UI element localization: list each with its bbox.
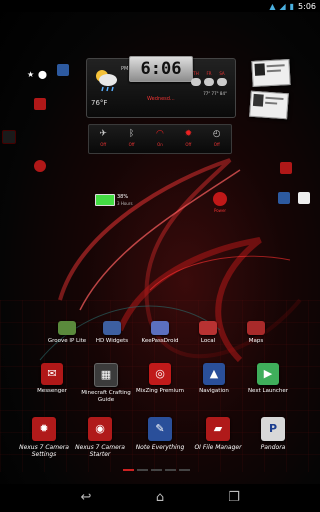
cloud-rain-icon [96, 70, 117, 92]
right-shortcut-1[interactable] [280, 162, 292, 174]
bluetooth-icon: ᛒ [128, 129, 135, 139]
messenger-icon: ✉ [41, 363, 63, 385]
battery-percent: 38% [117, 194, 129, 200]
navigation-icon: ▲ [203, 363, 225, 385]
gear-icon: ✹ [184, 129, 193, 139]
status-bar: ▲ ◢ ▮ 5:06 [0, 0, 320, 12]
keepass-icon [151, 321, 169, 335]
app-minecraft-crafting-guide[interactable]: ▦ Minecraft Crafting Guide [76, 363, 136, 404]
weather-temperature: 76°F [91, 99, 108, 107]
forecast-temps: 77° 77° 84° [203, 91, 227, 96]
app-nexus7-camera-settings[interactable]: ✹ Nexus 7 Camera Settings [14, 417, 74, 458]
toggle-airplane[interactable]: ✈ Off [93, 129, 113, 147]
right-shortcut-2[interactable] [278, 192, 290, 204]
next-launcher-icon: ▶ [257, 363, 279, 385]
groove-icon [58, 321, 76, 335]
battery-status-icon: ▮ [289, 1, 295, 11]
local-icon [199, 321, 217, 335]
right-shortcut-3[interactable] [298, 192, 310, 204]
power-toggle-widget: ✈ Off ᛒ Off ◠ On ✹ Off ◴ Off [88, 124, 232, 154]
left-shortcut-3[interactable] [57, 64, 69, 76]
clock-time: 6:06 [140, 59, 182, 79]
toggle-wifi[interactable]: ◠ On [150, 129, 170, 147]
photo-widget-2[interactable] [249, 90, 289, 120]
app-maps[interactable]: Maps [226, 321, 286, 345]
clock-weather-widget[interactable]: 76°F 6:06 PM Wednesd... TH FR SA 77° 77°… [86, 56, 236, 118]
wifi-icon: ◠ [156, 129, 164, 139]
left-lock-icon[interactable] [34, 160, 46, 172]
camera-settings-icon: ✹ [32, 417, 56, 441]
back-button-icon[interactable]: ↩ [76, 491, 96, 505]
status-icons: ▲ ◢ ▮ 5:06 [269, 0, 316, 12]
sync-icon: ◴ [212, 129, 221, 139]
cloud-icon [217, 78, 227, 86]
minecraft-icon: ▦ [94, 363, 118, 387]
recent-apps-button-icon[interactable]: ❐ [224, 491, 244, 505]
maps-icon [247, 321, 265, 335]
page-dot [165, 469, 176, 471]
status-time: 5:06 [298, 1, 316, 11]
mixzing-icon: ◎ [149, 363, 171, 385]
clock-face[interactable]: 6:06 [129, 56, 193, 82]
toggle-settings[interactable]: ✹ Off [178, 129, 198, 147]
battery-time-label: 3 Hours [117, 201, 133, 206]
hd-widgets-icon [103, 321, 121, 335]
photo-widget-1[interactable] [251, 59, 291, 87]
page-dot [137, 469, 148, 471]
toggle-bluetooth[interactable]: ᛒ Off [122, 129, 142, 147]
airplane-icon: ✈ [99, 129, 107, 139]
app-nexus7-camera-starter[interactable]: ◉ Nexus 7 Camera Starter [70, 417, 130, 458]
app-next-launcher[interactable]: ▶ Next Launcher [238, 363, 298, 395]
forecast-day-2: FR [204, 71, 214, 86]
left-shortcut-5[interactable] [2, 130, 16, 144]
toggle-sync[interactable]: ◴ Off [207, 129, 227, 147]
left-shortcut-2[interactable]: ⬤ [38, 70, 50, 82]
signal-status-icon: ◢ [279, 1, 286, 11]
file-manager-icon: ▰ [206, 417, 230, 441]
battery-widget[interactable]: 38% 3 Hours [95, 192, 141, 212]
navigation-bar: ↩ ⌂ ❐ [0, 484, 320, 512]
cloud-icon [204, 78, 214, 86]
app-navigation[interactable]: ▲ Navigation [184, 363, 244, 395]
weather-day: Wednesd... [147, 96, 175, 102]
app-note-everything[interactable]: ✎ Note Everything [130, 417, 190, 451]
camera-starter-icon: ◉ [88, 417, 112, 441]
clock-ampm: PM [121, 66, 129, 72]
note-everything-icon: ✎ [148, 417, 172, 441]
forecast-strip: TH FR SA 77° 77° 84° [191, 71, 227, 96]
forecast-day-1: TH [191, 71, 201, 86]
wifi-status-icon: ▲ [269, 1, 276, 11]
page-dot-active [123, 469, 134, 471]
page-dot [151, 469, 162, 471]
page-indicator [123, 469, 190, 471]
cloud-icon [191, 78, 201, 86]
forecast-day-3: SA [217, 71, 227, 86]
left-shortcut-4[interactable] [34, 98, 46, 110]
page-dot [179, 469, 190, 471]
pandora-icon: P [261, 417, 285, 441]
app-mixzing-premium[interactable]: ◎ MixZing Premium [130, 363, 190, 395]
app-pandora[interactable]: P Pandora [243, 417, 303, 451]
home-button-icon[interactable]: ⌂ [150, 491, 170, 505]
app-oi-file-manager[interactable]: ▰ OI File Manager [188, 417, 248, 451]
power-label: Power [213, 208, 227, 213]
power-button[interactable] [213, 192, 227, 206]
app-messenger[interactable]: ✉ Messenger [22, 363, 82, 395]
battery-icon [95, 194, 115, 206]
